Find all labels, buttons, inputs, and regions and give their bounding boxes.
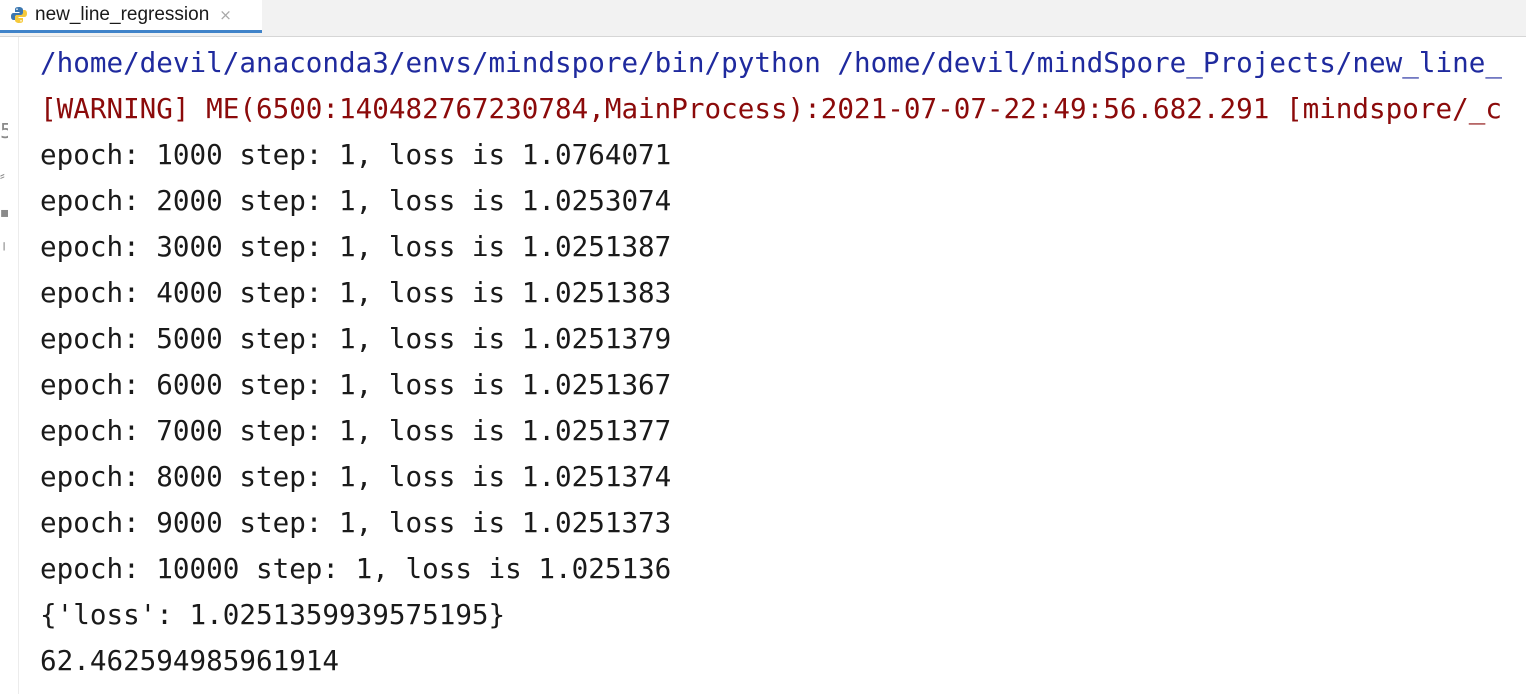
console-output[interactable]: /home/devil/anaconda3/envs/mindspore/bin… [40,40,1526,694]
console-gutter: 5 ⸗ ▪ ╷ [0,37,19,694]
console-line: epoch: 1000 step: 1, loss is 1.0764071 [40,138,672,171]
console-line: epoch: 9000 step: 1, loss is 1.0251373 [40,506,672,539]
console-command-line[interactable]: /home/devil/anaconda3/envs/mindspore/bin… [40,40,1526,86]
scroll-icon[interactable]: ╷ [0,235,8,251]
console-line: {'loss': 1.0251359939575195} [40,598,506,631]
console-line: epoch: 7000 step: 1, loss is 1.0251377 [40,414,672,447]
console-line: epoch: 2000 step: 1, loss is 1.0253074 [40,184,672,217]
run-console-window: new_line_regression × 5 ⸗ ▪ ╷ /home/devi… [0,0,1526,694]
console-line: epoch: 5000 step: 1, loss is 1.0251379 [40,322,672,355]
console-line: epoch: 8000 step: 1, loss is 1.0251374 [40,460,672,493]
python-file-icon [10,6,28,24]
console-line: 62.462594985961914 [40,644,340,677]
rerun-icon[interactable]: 5 [0,119,8,143]
stop-icon[interactable]: ⸗ [0,167,8,184]
print-icon[interactable]: ▪ [0,205,8,221]
tab-bar: new_line_regression × [0,0,1526,37]
tab-new-line-regression[interactable]: new_line_regression × [0,0,262,33]
tab-title: new_line_regression [35,4,210,25]
close-icon[interactable]: × [219,7,232,23]
console-line: epoch: 3000 step: 1, loss is 1.0251387 [40,230,672,263]
console-line: epoch: 6000 step: 1, loss is 1.0251367 [40,368,672,401]
console-line: epoch: 10000 step: 1, loss is 1.025136 [40,552,672,585]
console-line: epoch: 4000 step: 1, loss is 1.0251383 [40,276,672,309]
console-warning-line: [WARNING] ME(6500:140482767230784,MainPr… [40,92,1502,125]
